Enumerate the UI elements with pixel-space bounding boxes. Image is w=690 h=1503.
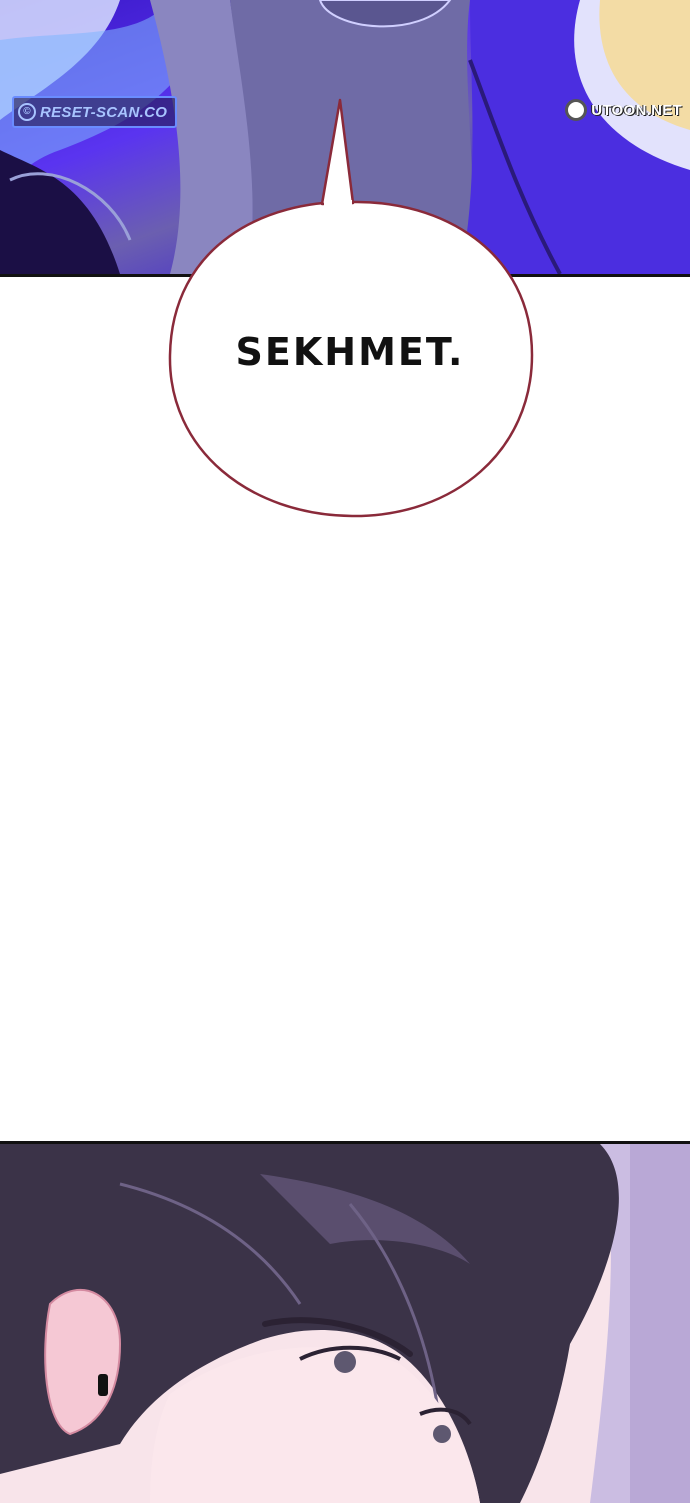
- speech-bubble: SEKHMET.: [0, 0, 690, 520]
- speech-bubble-text: SEKHMET.: [235, 330, 465, 374]
- speech-bubble-shape: [168, 98, 534, 518]
- bottom-panel-artwork: [0, 1144, 690, 1503]
- bottom-comic-panel: [0, 1141, 690, 1503]
